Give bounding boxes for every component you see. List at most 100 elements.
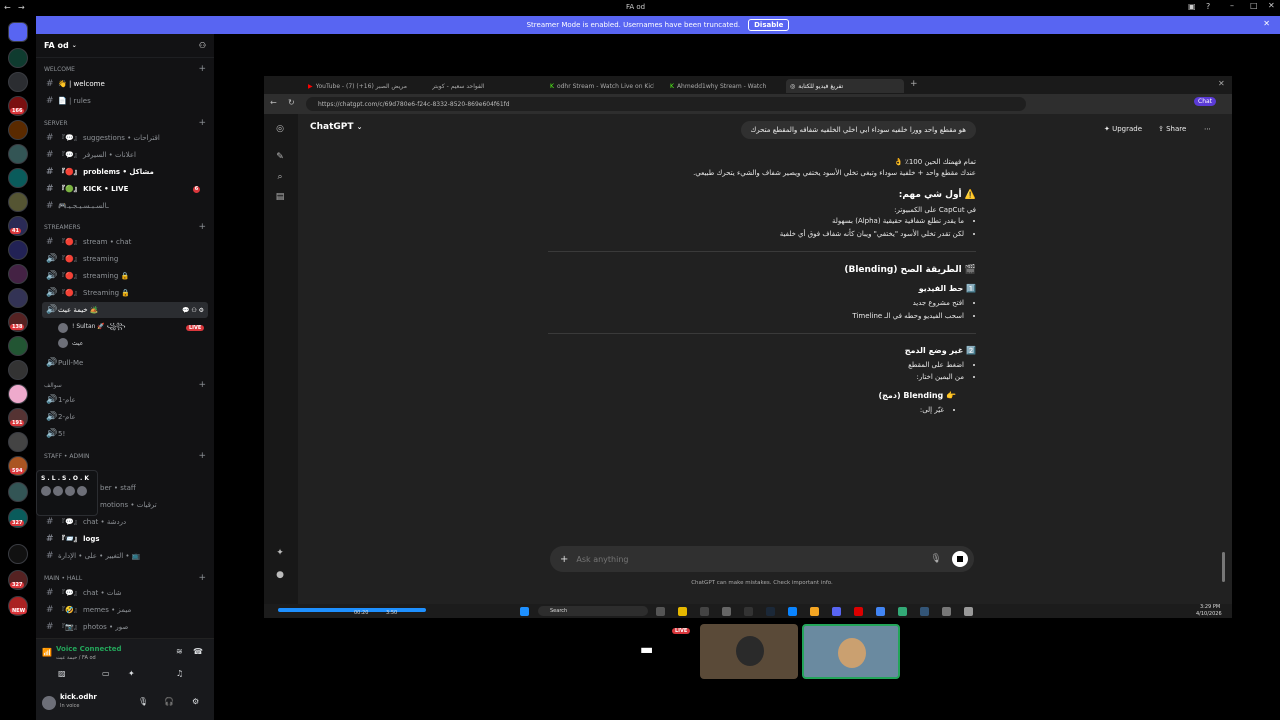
- server-icon[interactable]: [8, 432, 28, 452]
- apps-icon[interactable]: ✦: [274, 548, 286, 560]
- add-channel-icon[interactable]: +: [198, 451, 206, 461]
- disable-button[interactable]: Disable: [748, 19, 790, 31]
- discord-icon[interactable]: [832, 607, 841, 616]
- server-icon[interactable]: [8, 240, 28, 260]
- add-channel-icon[interactable]: +: [198, 118, 206, 128]
- acrobat-icon[interactable]: [854, 607, 863, 616]
- task-view-icon[interactable]: [656, 607, 665, 616]
- voice-channel-general-1[interactable]: 🔊 عام-1: [42, 392, 208, 408]
- server-icon[interactable]: [8, 120, 28, 140]
- headphones-icon[interactable]: 🎧: [164, 697, 174, 706]
- channel-games[interactable]: # 🎮ـالسـبـسـيـجـيـ: [42, 198, 208, 214]
- chatgpt-logo-icon[interactable]: ◎: [274, 124, 286, 136]
- channel-staff[interactable]: ber • staff: [96, 480, 208, 496]
- category-welcome[interactable]: welcome: [44, 66, 75, 73]
- activities-icon[interactable]: ✦: [128, 669, 135, 678]
- avatar[interactable]: [42, 696, 56, 710]
- voice-channel-pull-me[interactable]: 🔊 Pull-Me: [42, 355, 208, 371]
- forward-icon[interactable]: →: [18, 3, 25, 12]
- browser-tab[interactable]: Kodhr Stream - Watch Live on Kick: [546, 79, 658, 93]
- app-icon[interactable]: [898, 607, 907, 616]
- app-icon[interactable]: [700, 607, 709, 616]
- discord-home-icon[interactable]: [8, 22, 28, 42]
- back-icon[interactable]: ←: [270, 98, 277, 107]
- screen-share-icon[interactable]: ▭: [102, 669, 110, 678]
- channel-ads[interactable]: # 『💬』 اعلانات • السيرفر: [42, 147, 208, 163]
- channel-staff-chat[interactable]: # 『💬』 chat • دردشة: [42, 514, 208, 530]
- browser-tab[interactable]: K Ahmedd1why Stream - Watch: [666, 79, 778, 93]
- app-icon[interactable]: [744, 607, 753, 616]
- app-icon[interactable]: [810, 607, 819, 616]
- reload-icon[interactable]: ↻: [288, 98, 295, 107]
- add-channel-icon[interactable]: +: [198, 64, 206, 74]
- model-selector[interactable]: ChatGPT ⌄: [310, 122, 363, 132]
- new-chat-icon[interactable]: ✎: [274, 152, 286, 164]
- taskbar-search[interactable]: Search: [538, 606, 648, 616]
- add-channel-icon[interactable]: +: [198, 222, 206, 232]
- channel-main-chat[interactable]: # 『💬』 chat • شات: [42, 585, 208, 601]
- microphone-icon[interactable]: 🎙: [138, 697, 148, 706]
- voice-channel-streaming-locked[interactable]: 🔊 『🔴』 streaming 🔒: [42, 268, 208, 284]
- category-staff[interactable]: STAFF • ADMIN: [44, 453, 90, 460]
- add-member-icon[interactable]: ⚇: [199, 41, 206, 50]
- channel-photos[interactable]: # 『📷』 photos • صور: [42, 619, 208, 635]
- library-icon[interactable]: ▤: [274, 192, 286, 204]
- server-icon[interactable]: [8, 264, 28, 284]
- minimize-icon[interactable]: –: [1230, 1, 1234, 10]
- server-icon[interactable]: [8, 384, 28, 404]
- profile-icon[interactable]: ●: [274, 570, 286, 582]
- soundboard-icon[interactable]: ♫: [176, 669, 183, 678]
- browser-tab[interactable]: ▶ YouTube - (7) مريض الصبر (16+): [304, 79, 422, 93]
- server-header[interactable]: FA od ⌄ ⚇: [36, 34, 214, 58]
- channel-promotions[interactable]: motions • ترقيات: [96, 497, 208, 513]
- add-channel-icon[interactable]: +: [198, 380, 206, 390]
- maximize-icon[interactable]: □: [1250, 1, 1258, 10]
- close-banner-icon[interactable]: ✕: [1263, 19, 1270, 28]
- plus-icon[interactable]: +: [560, 554, 568, 565]
- microphone-icon[interactable]: 🎙: [930, 554, 941, 564]
- server-icon[interactable]: [8, 144, 28, 164]
- disconnect-icon[interactable]: ☎: [193, 647, 203, 656]
- category-server[interactable]: SERVER: [44, 120, 68, 127]
- share-button[interactable]: ⇪ Share: [1158, 125, 1186, 133]
- server-icon[interactable]: [8, 168, 28, 188]
- server-icon[interactable]: [8, 48, 28, 68]
- stop-button[interactable]: [951, 551, 968, 567]
- voice-channel-5[interactable]: 🔊 5!: [42, 426, 208, 442]
- app-icon[interactable]: [722, 607, 731, 616]
- server-icon[interactable]: [8, 72, 28, 92]
- prompt-input[interactable]: [576, 554, 917, 564]
- url-field[interactable]: https://chatgpt.com/c/69d780e6-f24c-8332…: [306, 97, 1026, 111]
- screen-share-tile[interactable]: ▬ LIVE: [598, 624, 696, 679]
- edge-icon[interactable]: [788, 607, 797, 616]
- channel-suggestions[interactable]: # 『💬』 suggestions • اقتراحات: [42, 130, 208, 146]
- windows-start-icon[interactable]: [520, 607, 529, 616]
- channel-stream-chat[interactable]: # 『🔴』 stream • chat: [42, 234, 208, 250]
- browser-tab-active[interactable]: ◎ تفريغ فيديو للكتابة: [786, 79, 904, 93]
- channel-rules[interactable]: # 📄 | rules: [42, 93, 208, 109]
- new-tab-icon[interactable]: +: [910, 79, 918, 89]
- app-icon[interactable]: [964, 607, 973, 616]
- server-icon[interactable]: [8, 192, 28, 212]
- server-icon[interactable]: [8, 288, 28, 308]
- inbox-icon[interactable]: ▣: [1188, 2, 1196, 11]
- category-streamers[interactable]: STREAMERS: [44, 224, 80, 231]
- voice-channel-streaming-locked-2[interactable]: 🔊 『🔴』 Streaming 🔒: [42, 285, 208, 301]
- voice-user[interactable]: ! Sultan 🚀 ꧁꧂ LIVE: [58, 322, 205, 334]
- browser-tab[interactable]: الفواحد سعيم - كوبتر: [428, 79, 538, 93]
- server-icon[interactable]: [8, 336, 28, 356]
- channel-memes[interactable]: # 『🤣』 memes • ميمز: [42, 602, 208, 618]
- channel-kick-live[interactable]: # 『🟢』 KICK • LIVE 6: [42, 181, 208, 197]
- chrome-icon[interactable]: [876, 607, 885, 616]
- voice-channel-active[interactable]: 🔊 خيمة عيث 🏕️ 💬 ⚇ ⚙: [42, 302, 208, 318]
- noise-suppression-icon[interactable]: ≋: [176, 647, 183, 656]
- server-icon[interactable]: [8, 544, 28, 564]
- close-window-icon[interactable]: ✕: [1218, 79, 1225, 88]
- server-icon[interactable]: [8, 360, 28, 380]
- copilot-icon[interactable]: Chat: [1194, 97, 1217, 106]
- steam-icon[interactable]: [766, 607, 775, 616]
- app-icon[interactable]: [942, 607, 951, 616]
- participant-tile[interactable]: [700, 624, 798, 679]
- channel-welcome[interactable]: # 👋 | welcome: [42, 76, 208, 92]
- category-main-hall[interactable]: MAIN • HALL: [44, 575, 82, 582]
